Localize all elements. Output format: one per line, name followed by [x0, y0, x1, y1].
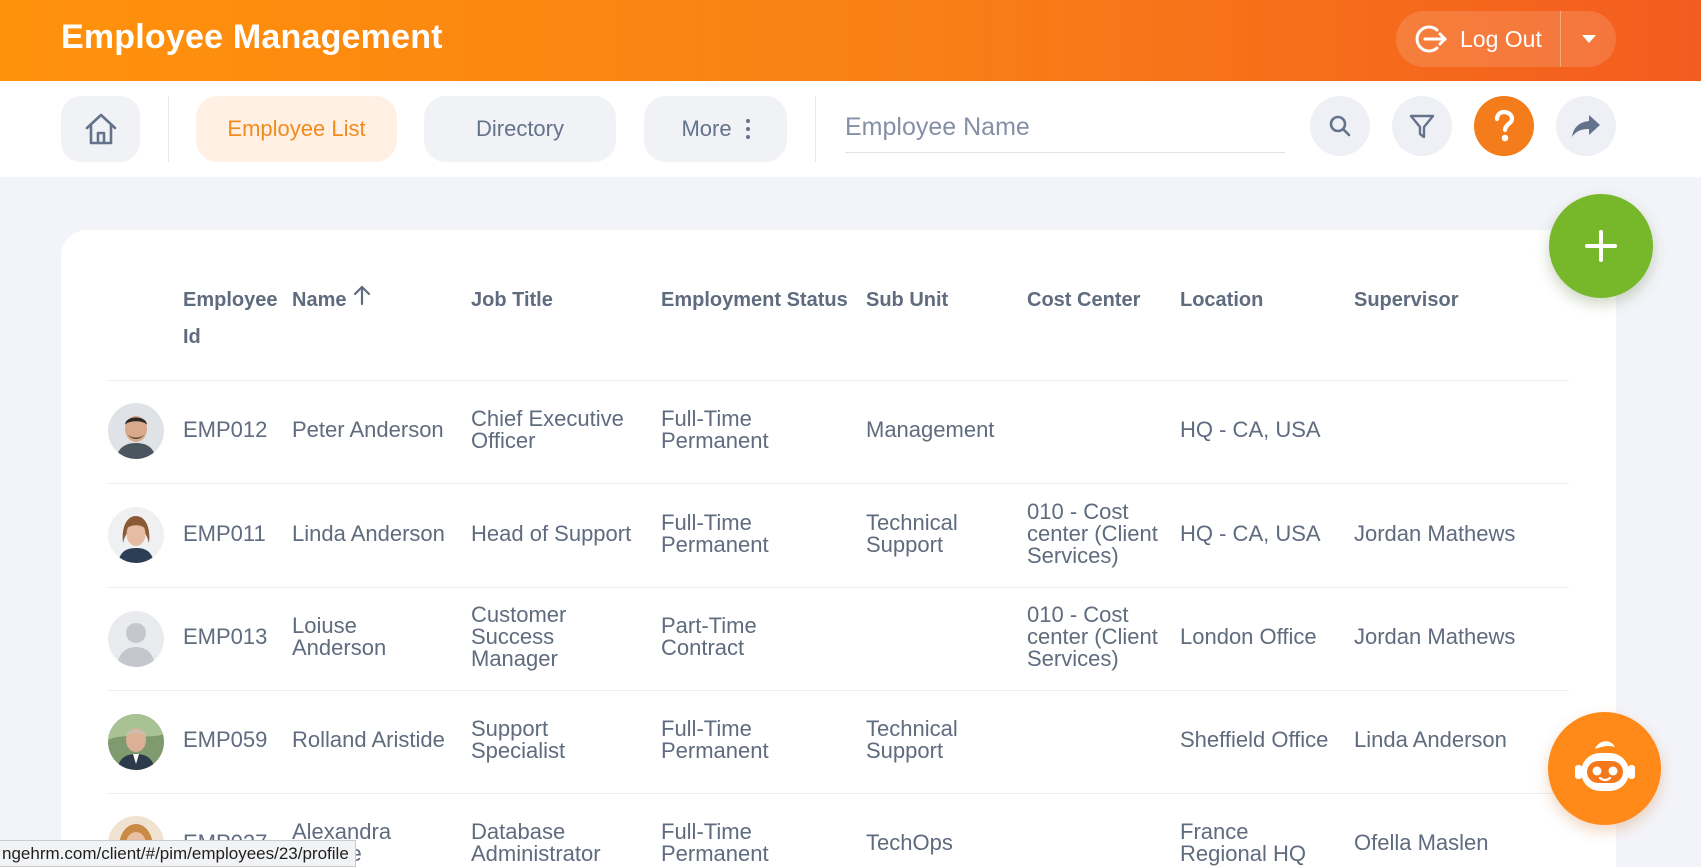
cell-employee-id[interactable]: EMP011	[183, 523, 266, 545]
tab-label: Employee List	[227, 116, 366, 141]
tab-more[interactable]: More	[644, 96, 787, 162]
cell-name[interactable]: Rolland Aristide	[292, 729, 445, 751]
divider	[107, 793, 1569, 794]
logout-label: Log Out	[1460, 25, 1542, 52]
app-title: Employee Management	[61, 18, 443, 56]
column-header-name[interactable]: Name	[292, 282, 372, 319]
more-vertical-icon	[745, 119, 750, 139]
cell-supervisor: Ofella Maslen	[1354, 830, 1489, 855]
cell-job-title: Support Specialist	[471, 716, 566, 763]
filter-icon	[1409, 114, 1435, 139]
divider	[168, 96, 169, 162]
search-button[interactable]	[1310, 96, 1370, 156]
cell-name[interactable]: Peter Anderson	[292, 419, 444, 441]
plus-icon	[1585, 230, 1617, 262]
employee-list-card	[61, 230, 1616, 867]
help-button[interactable]	[1474, 96, 1534, 156]
cell-employment-status: Full-Time Permanent	[661, 716, 769, 763]
cell-sub-unit: Management	[866, 417, 995, 442]
cell-supervisor: Jordan Mathews	[1354, 521, 1516, 546]
divider	[107, 483, 1569, 484]
cell-supervisor: Linda Anderson	[1354, 727, 1507, 752]
cell-job-title: Customer Success Manager	[471, 602, 567, 671]
cell-employee-id[interactable]: EMP013	[183, 626, 267, 648]
tab-label: More	[681, 116, 732, 141]
employee-avatar[interactable]	[108, 714, 164, 770]
logout-menu-toggle[interactable]	[1561, 11, 1616, 67]
cell-location: HQ - CA, USA	[1180, 417, 1321, 442]
tab-employee-list[interactable]: Employee List	[196, 96, 397, 162]
cell-location: HQ - CA, USA	[1180, 521, 1321, 546]
cell-employment-status: Part-Time Contract	[661, 613, 757, 660]
cell-employment-status: Full-Time Permanent	[661, 406, 769, 453]
cell-location: London Office	[1180, 624, 1317, 649]
sort-ascending-icon	[354, 285, 371, 306]
employee-avatar[interactable]	[108, 507, 164, 563]
divider	[107, 380, 1569, 381]
caret-down-icon	[1581, 35, 1596, 43]
filter-button[interactable]	[1392, 96, 1452, 156]
tab-label: Directory	[475, 116, 564, 141]
logout-group: Log Out	[1396, 11, 1616, 67]
cell-employment-status: Full-Time Permanent	[661, 819, 769, 866]
cell-sub-unit: Technical Support	[866, 510, 958, 557]
employee-name-search-input[interactable]	[845, 103, 1285, 153]
column-header-employee-id[interactable]: Employee Id	[183, 282, 283, 356]
tab-directory[interactable]: Directory	[424, 96, 616, 162]
cell-employee-id[interactable]: EMP012	[183, 419, 267, 441]
share-icon	[1572, 115, 1600, 137]
cell-job-title: Head of Support	[471, 521, 632, 546]
cell-cost-center: 010 - Cost center (Client Services)	[1027, 602, 1158, 671]
add-employee-button[interactable]	[1549, 194, 1653, 298]
column-header-location[interactable]: Location	[1180, 282, 1263, 319]
cell-supervisor: Jordan Mathews	[1354, 624, 1516, 649]
column-header-sub-unit[interactable]: Sub Unit	[866, 282, 948, 319]
home-icon	[85, 113, 116, 145]
column-header-supervisor[interactable]: Supervisor	[1354, 282, 1458, 319]
divider	[107, 690, 1569, 691]
employee-avatar[interactable]	[108, 611, 164, 667]
help-icon	[1494, 109, 1515, 142]
browser-status-url: ngehrm.com/client/#/pim/employees/23/pro…	[0, 840, 356, 867]
cell-employment-status: Full-Time Permanent	[661, 510, 769, 557]
cell-job-title: Chief Executive Officer	[471, 406, 624, 453]
column-header-employment-status[interactable]: Employment Status	[661, 282, 848, 319]
app-header: Employee Management Log Out	[0, 0, 1701, 81]
column-header-job-title[interactable]: Job Title	[471, 282, 553, 319]
cell-sub-unit: TechOps	[866, 830, 953, 855]
cell-name[interactable]: Loiuse Anderson	[292, 615, 386, 659]
cell-name[interactable]: Linda Anderson	[292, 523, 445, 545]
logout-icon	[1415, 25, 1447, 53]
cell-employee-id[interactable]: EMP059	[183, 729, 267, 751]
column-header-cost-center[interactable]: Cost Center	[1027, 282, 1140, 319]
divider	[107, 587, 1569, 588]
cell-location: France Regional HQ	[1180, 819, 1306, 866]
share-button[interactable]	[1556, 96, 1616, 156]
nav-bar: Employee List Directory More	[0, 81, 1701, 177]
cell-cost-center: 010 - Cost center (Client Services)	[1027, 499, 1158, 568]
cell-sub-unit: Technical Support	[866, 716, 958, 763]
logout-button[interactable]: Log Out	[1396, 11, 1560, 67]
robot-assistant-icon	[1574, 740, 1635, 791]
home-button[interactable]	[61, 96, 140, 162]
assistant-button[interactable]	[1548, 712, 1661, 825]
cell-job-title: Database Administrator	[471, 819, 601, 866]
employee-avatar[interactable]	[108, 403, 164, 459]
cell-location: Sheffield Office	[1180, 727, 1329, 752]
divider	[815, 96, 816, 162]
search-icon	[1329, 115, 1351, 137]
